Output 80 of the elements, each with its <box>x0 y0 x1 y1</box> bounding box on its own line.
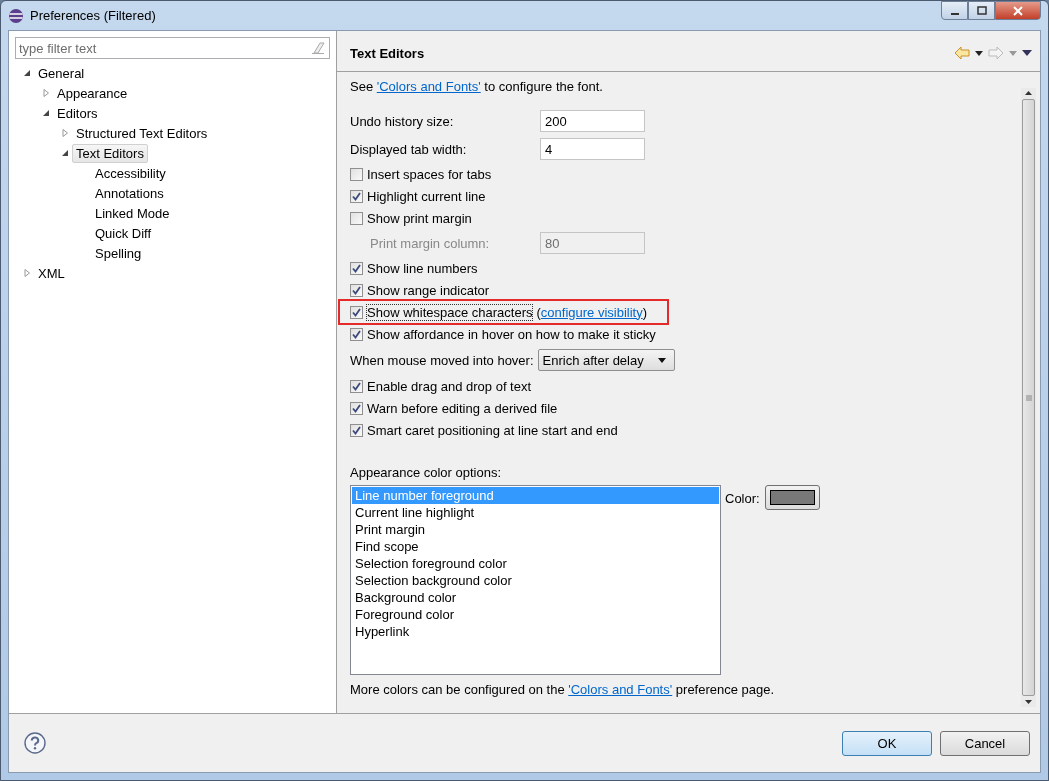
vertical-scrollbar[interactable] <box>1021 88 1036 707</box>
text-field[interactable]: 200 <box>540 110 645 132</box>
checkbox-label: Show print margin <box>367 210 472 226</box>
text-field[interactable]: 4 <box>540 138 645 160</box>
expanded-triangle-icon[interactable] <box>41 109 50 117</box>
tree-item[interactable]: Structured Text Editors <box>72 123 212 143</box>
tree-item[interactable]: Editors <box>53 103 102 123</box>
tree-item[interactable]: Spelling <box>91 243 146 263</box>
dropdown-label: When mouse moved into hover: <box>350 352 534 368</box>
minimize-icon <box>950 12 959 15</box>
checkbox[interactable] <box>350 167 363 181</box>
list-item[interactable]: Hyperlink <box>352 623 719 640</box>
minimize-button[interactable] <box>941 1 968 20</box>
checkbox[interactable] <box>350 423 363 437</box>
tree-item[interactable]: Text Editors <box>72 143 148 163</box>
tree-item[interactable]: XML <box>34 263 69 283</box>
dropdown-arrow-icon[interactable] <box>975 50 983 56</box>
list-item[interactable]: Current line highlight <box>352 504 719 521</box>
checkbox-label: Show affordance in hover on how to make it sticky <box>367 326 656 342</box>
field-label: Undo history size: <box>350 113 455 129</box>
list-item[interactable]: Selection background color <box>352 572 719 589</box>
scroll-up-arrow-icon[interactable] <box>1025 91 1032 95</box>
checkbox[interactable] <box>350 211 363 225</box>
section-label: Appearance color options: <box>350 465 503 482</box>
checkbox-label: Smart caret positioning at line start and end <box>367 422 618 438</box>
footer-text: More colors can be configured on the 'Colors and Fonts' preference page. <box>350 682 776 697</box>
maximize-icon <box>976 5 987 16</box>
close-button[interactable] <box>995 1 1041 20</box>
checkbox-label: Enable drag and drop of text <box>367 378 532 394</box>
list-item[interactable]: Foreground color <box>352 606 719 623</box>
parenthesis: ( <box>536 304 541 320</box>
tree-item[interactable]: Accessibility <box>91 163 170 183</box>
checkbox-label: Show line numbers <box>367 260 478 276</box>
globe-icon <box>8 7 24 24</box>
checkbox[interactable] <box>350 379 363 393</box>
tree-item[interactable]: Quick Diff <box>91 223 156 243</box>
checkbox[interactable] <box>350 261 363 275</box>
link[interactable]: 'Colors and Fonts' <box>376 79 481 94</box>
expanded-triangle-icon[interactable] <box>60 149 69 157</box>
checkbox-label: Highlight current line <box>367 188 486 204</box>
field-label: Displayed tab width: <box>350 141 468 157</box>
checkbox[interactable] <box>350 327 363 341</box>
grip-icon <box>1025 394 1032 401</box>
page-title: Text Editors <box>350 45 425 61</box>
tree-item[interactable]: Linked Mode <box>91 203 174 223</box>
list-item[interactable]: Print margin <box>352 521 719 538</box>
list-item[interactable]: Selection foreground color <box>352 555 719 572</box>
dialog-button[interactable]: OK <box>842 730 932 756</box>
menu-icon[interactable] <box>1022 50 1032 56</box>
tree-item[interactable]: Annotations <box>91 183 168 203</box>
field-label: Print margin column: <box>369 235 491 251</box>
intro-text: See 'Colors and Fonts' to configure the font. <box>350 79 604 95</box>
dropdown[interactable]: Enrich after delay <box>537 349 675 371</box>
tree-item[interactable]: Appearance <box>53 83 132 103</box>
dialog-button[interactable]: Cancel <box>940 730 1030 756</box>
list-item[interactable]: Background color <box>352 589 719 606</box>
parenthesis: ) <box>642 304 648 320</box>
close-icon <box>1013 5 1023 16</box>
checkbox[interactable] <box>350 401 363 415</box>
color-label: Color: <box>725 491 760 506</box>
link[interactable]: 'Colors and Fonts' <box>568 682 673 697</box>
checkbox-label: Show whitespace characters <box>367 304 533 320</box>
checkbox-label: Insert spaces for tabs <box>367 166 492 182</box>
list-item[interactable]: Find scope <box>352 538 719 555</box>
filter-field[interactable]: type filter text <box>15 37 330 59</box>
maximize-button[interactable] <box>968 1 995 20</box>
checkbox[interactable] <box>350 305 363 319</box>
color-option-list[interactable]: Line number foreground Current line highlight Print margin Find scope Selection foreground color Selection background color Background color Foreground color Hyperlink <box>350 485 721 675</box>
color-button[interactable] <box>764 485 820 510</box>
expanded-triangle-icon[interactable] <box>22 69 31 77</box>
checkbox-label: Show range indicator <box>367 282 490 298</box>
window-title: Preferences (Filtered) <box>30 8 156 23</box>
scroll-down-arrow-icon[interactable] <box>1025 700 1032 704</box>
checkbox[interactable] <box>350 189 363 203</box>
tree-item[interactable]: General <box>34 63 89 83</box>
link[interactable]: configure visibility <box>540 304 643 320</box>
caret-icon <box>657 357 666 363</box>
checkbox[interactable] <box>350 283 363 297</box>
help-icon[interactable] <box>24 732 46 754</box>
checkbox-label: Warn before editing a derived file <box>367 400 558 416</box>
